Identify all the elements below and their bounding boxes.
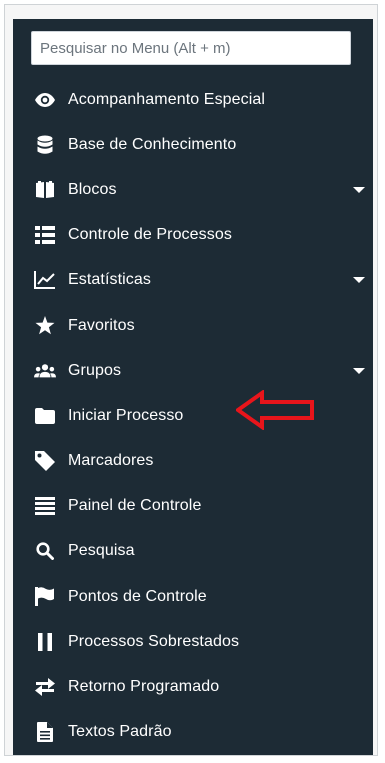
table-list-icon: [34, 224, 56, 246]
line-chart-icon: [34, 269, 56, 291]
menu-item-label: Processos Sobrestados: [68, 632, 240, 650]
eye-icon: [34, 89, 56, 111]
bars-icon: [34, 495, 56, 517]
pause-icon: [34, 631, 56, 653]
menu-item-estatisticas[interactable]: Estatísticas: [13, 258, 373, 303]
menu-item-processos-sobrestados[interactable]: Processos Sobrestados: [13, 619, 373, 664]
menu-search-input[interactable]: [31, 31, 351, 65]
search-icon: [34, 540, 56, 562]
menu-item-textos-padrao[interactable]: Textos Padrão: [13, 710, 373, 755]
menu-item-retorno-programado[interactable]: Retorno Programado: [13, 664, 373, 709]
file-text-icon: [34, 721, 56, 743]
menu-item-blocos[interactable]: Blocos: [13, 167, 373, 212]
menu-items: Acompanhamento Especial Base de Conhecim…: [13, 77, 373, 755]
menu-item-label: Acompanhamento Especial: [68, 90, 266, 108]
sidebar-menu: Acompanhamento Especial Base de Conhecim…: [13, 19, 373, 755]
menu-item-label: Painel de Controle: [68, 497, 202, 515]
menu-item-label: Grupos: [68, 361, 122, 379]
menu-item-label: Base de Conhecimento: [68, 135, 237, 153]
database-icon: [34, 134, 56, 156]
menu-item-label: Estatísticas: [68, 271, 152, 289]
chevron-down-icon[interactable]: [353, 186, 365, 193]
menu-item-label: Pontos de Controle: [68, 587, 207, 605]
flag-icon: [34, 586, 56, 608]
menu-item-controle-de-processos[interactable]: Controle de Processos: [13, 213, 373, 258]
menu-item-grupos[interactable]: Grupos: [13, 348, 373, 393]
menu-item-painel-de-controle[interactable]: Painel de Controle: [13, 484, 373, 529]
menu-item-marcadores[interactable]: Marcadores: [13, 439, 373, 484]
menu-item-base-de-conhecimento[interactable]: Base de Conhecimento: [13, 122, 373, 167]
star-icon: [34, 315, 56, 337]
exchange-icon: [34, 676, 56, 698]
tag-icon: [34, 450, 56, 472]
menu-item-label: Controle de Processos: [68, 226, 232, 244]
menu-item-label: Blocos: [68, 180, 117, 198]
menu-item-label: Favoritos: [68, 316, 135, 334]
chevron-down-icon[interactable]: [353, 367, 365, 374]
menu-item-label: Iniciar Processo: [68, 406, 184, 424]
menu-item-acompanhamento-especial[interactable]: Acompanhamento Especial: [13, 77, 373, 122]
annotation-arrow: [236, 390, 314, 430]
menu-item-pontos-de-controle[interactable]: Pontos de Controle: [13, 574, 373, 619]
book-icon: [34, 179, 56, 201]
folder-icon: [34, 405, 56, 427]
menu-item-label: Retorno Programado: [68, 678, 220, 696]
menu-item-label: Pesquisa: [68, 542, 135, 560]
menu-item-label: Marcadores: [68, 452, 154, 470]
menu-item-favoritos[interactable]: Favoritos: [13, 303, 373, 348]
menu-item-iniciar-processo[interactable]: Iniciar Processo: [13, 393, 373, 438]
menu-item-pesquisa[interactable]: Pesquisa: [13, 529, 373, 574]
users-icon: [34, 360, 56, 382]
menu-item-label: Textos Padrão: [68, 723, 172, 741]
chevron-down-icon[interactable]: [353, 277, 365, 284]
